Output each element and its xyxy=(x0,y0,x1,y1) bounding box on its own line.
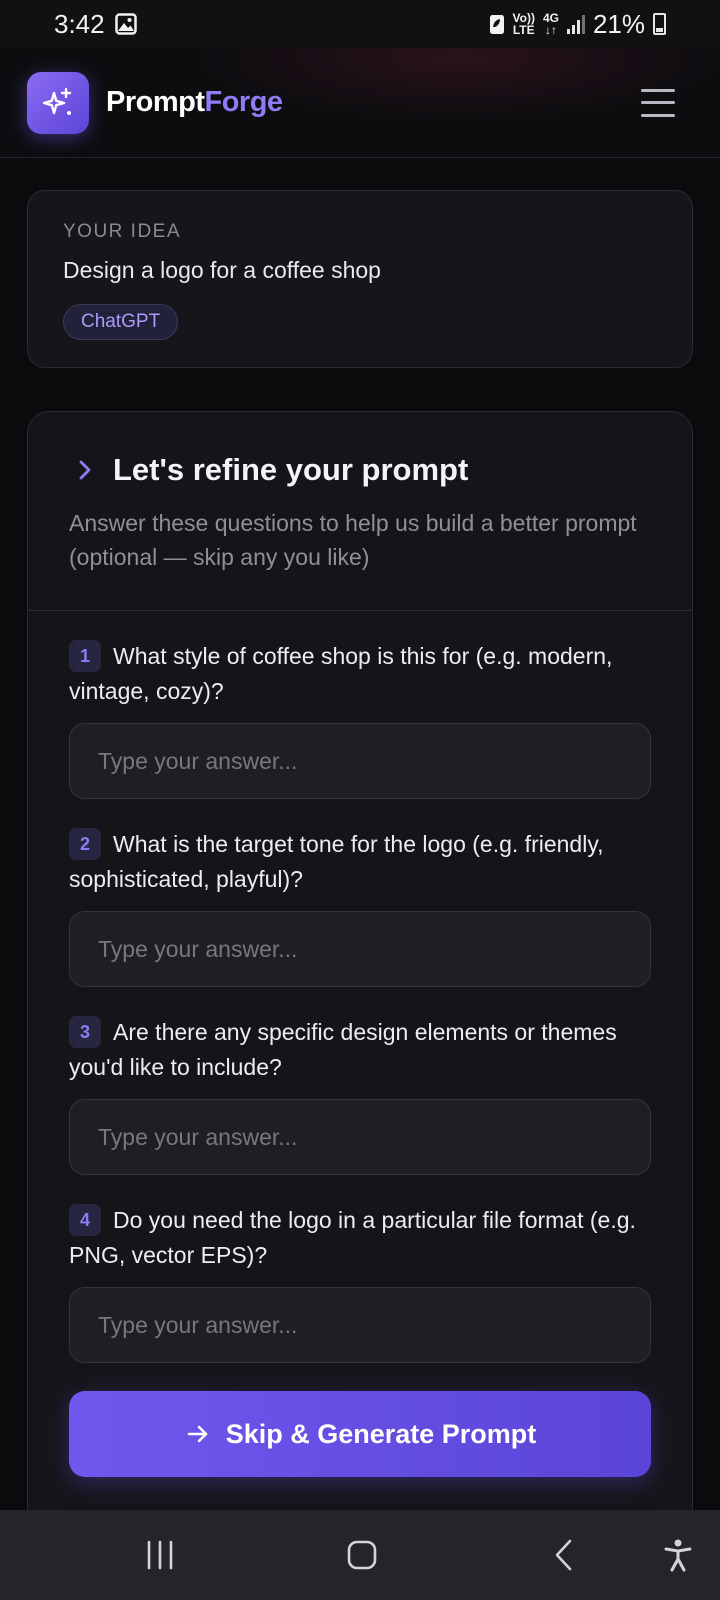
idea-card: YOUR IDEA Design a logo for a coffee sho… xyxy=(27,190,693,368)
question-text: 4 Do you need the logo in a particular fi… xyxy=(69,1203,652,1273)
battery-saver-icon xyxy=(489,15,504,34)
skip-generate-button[interactable]: Skip & Generate Prompt xyxy=(69,1391,651,1477)
accessibility-button[interactable] xyxy=(648,1510,708,1600)
question-3: 3 Are there any specific design elements … xyxy=(69,1015,652,1175)
back-icon xyxy=(555,1539,572,1571)
question-number: 1 xyxy=(69,640,101,672)
question-text: 1 What style of coffee shop is this for (… xyxy=(69,639,652,709)
network-indicator: 4G ↓↑ xyxy=(542,11,559,37)
gallery-notification-icon xyxy=(114,13,137,35)
brand-name-part2: Forge xyxy=(204,86,284,118)
refine-card: Let's refine your prompt Answer these qu… xyxy=(27,411,693,1600)
questions-list: 1 What style of coffee shop is this for (… xyxy=(28,611,692,1477)
home-button[interactable] xyxy=(332,1510,392,1600)
brand-name: PromptForge xyxy=(106,86,283,119)
answer-input-2[interactable] xyxy=(69,911,651,987)
recent-apps-button[interactable] xyxy=(130,1510,190,1600)
chevron-right-icon xyxy=(79,460,91,480)
question-number: 2 xyxy=(69,828,101,860)
battery-icon xyxy=(653,13,666,35)
answer-input-3[interactable] xyxy=(69,1099,651,1175)
idea-label: YOUR IDEA xyxy=(63,221,182,242)
question-2: 2 What is the target tone for the logo (e… xyxy=(69,827,652,987)
status-time: 3:42 xyxy=(54,8,105,39)
refine-title-row: Let's refine your prompt xyxy=(69,452,652,488)
question-text: 3 Are there any specific design elements … xyxy=(69,1015,652,1085)
app-logo[interactable] xyxy=(27,71,89,134)
accessibility-icon xyxy=(664,1539,692,1572)
refine-subtitle: Answer these questions to help us build … xyxy=(69,510,637,570)
system-nav-bar xyxy=(0,1510,720,1600)
question-4: 4 Do you need the logo in a particular fi… xyxy=(69,1203,652,1363)
brand-name-part1: Prompt xyxy=(106,86,205,118)
signal-icon xyxy=(566,14,585,34)
recent-apps-icon xyxy=(147,1540,173,1570)
app-header: PromptForge xyxy=(0,48,720,158)
answer-input-1[interactable] xyxy=(69,723,651,799)
battery-percent: 21% xyxy=(592,8,645,39)
question-1: 1 What style of coffee shop is this for (… xyxy=(69,639,652,799)
skip-generate-label: Skip & Generate Prompt xyxy=(225,1418,537,1449)
arrow-right-icon xyxy=(187,1425,208,1443)
back-button[interactable] xyxy=(535,1510,595,1600)
status-bar: 3:42 Vo)) LTE 4G ↓↑ 21% xyxy=(0,0,720,48)
hamburger-menu-icon[interactable] xyxy=(641,88,675,117)
sparkles-icon xyxy=(42,87,72,115)
question-number: 4 xyxy=(69,1204,101,1236)
model-chip: ChatGPT xyxy=(63,304,179,340)
status-left: 3:42 xyxy=(54,9,137,40)
answer-input-4[interactable] xyxy=(69,1287,651,1363)
status-right: Vo)) LTE 4G ↓↑ 21% xyxy=(489,8,666,40)
data-arrows-icon: ↓↑ xyxy=(544,23,557,37)
volte-indicator: Vo)) LTE xyxy=(512,11,535,37)
refine-header: Let's refine your prompt Answer these qu… xyxy=(28,412,692,611)
question-number: 3 xyxy=(69,1016,101,1048)
question-text: 2 What is the target tone for the logo (e… xyxy=(69,827,652,897)
home-icon xyxy=(347,1540,377,1570)
refine-title: Let's refine your prompt xyxy=(113,452,469,487)
idea-text: Design a logo for a coffee shop xyxy=(63,257,381,283)
